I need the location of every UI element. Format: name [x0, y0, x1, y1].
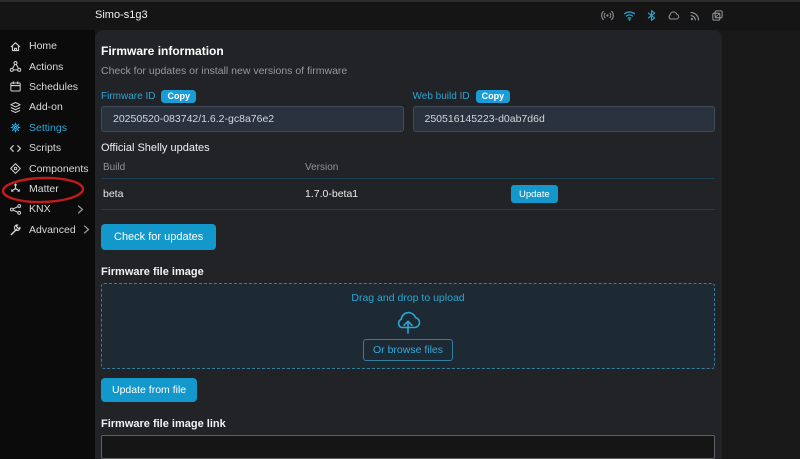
copy-web-build-id-button[interactable]: Copy: [476, 90, 511, 103]
check-for-updates-button[interactable]: Check for updates: [101, 224, 216, 250]
sidebar-item-label: Schedules: [29, 81, 78, 93]
sidebar-item-addon[interactable]: Add-on: [0, 97, 95, 117]
id-fields: Firmware ID Copy Web build ID Copy: [101, 89, 715, 132]
updates-table-header: Build Version: [101, 160, 715, 179]
sidebar-item-label: Settings: [29, 122, 67, 134]
code-icon: [9, 142, 22, 155]
calendar-icon: [9, 80, 22, 93]
page-title: Firmware information: [101, 44, 715, 58]
column-header-build: Build: [103, 162, 305, 173]
sidebar-item-label: Scripts: [29, 142, 61, 154]
firmware-panel: Firmware information Check for updates o…: [95, 30, 722, 459]
sidebar-item-label: Matter: [29, 183, 59, 195]
mqtt-icon: [688, 8, 702, 22]
page: Simo-s1g3: [0, 0, 800, 459]
version-cell: 1.7.0-beta1: [305, 188, 511, 200]
copy-firmware-id-button[interactable]: Copy: [161, 90, 196, 103]
web-build-id-input[interactable]: [413, 106, 716, 132]
wifi-icon: [622, 8, 636, 22]
dropzone-text: Drag and drop to upload: [351, 292, 464, 304]
sidebar-item-label: KNX: [29, 203, 51, 215]
components-icon: [9, 162, 22, 175]
column-header-version: Version: [305, 162, 511, 173]
sidebar-item-label: Home: [29, 40, 57, 52]
file-upload-title: Firmware file image: [101, 266, 715, 278]
sidebar-item-knx[interactable]: KNX: [0, 199, 95, 219]
matter-icon: [9, 182, 22, 195]
firmware-id-field-group: Firmware ID Copy: [101, 89, 404, 132]
hand-icon: [710, 8, 724, 22]
layers-icon: [9, 101, 22, 114]
sidebar-item-components[interactable]: Components: [0, 158, 95, 178]
updates-section-title: Official Shelly updates: [101, 142, 715, 154]
browse-files-button[interactable]: Or browse files: [363, 339, 453, 361]
page-subtitle: Check for updates or install new version…: [101, 65, 715, 77]
sidebar-item-schedules[interactable]: Schedules: [0, 77, 95, 97]
sidebar-item-advanced[interactable]: Advanced: [0, 220, 95, 240]
chevron-right-icon: [83, 225, 90, 234]
sidebar-item-label: Components: [29, 163, 89, 175]
firmware-link-input[interactable]: [101, 435, 715, 459]
link-upload-title: Firmware file image link: [101, 418, 715, 430]
sidebar-item-scripts[interactable]: Scripts: [0, 138, 95, 158]
actions-icon: [9, 60, 22, 73]
topbar-accent-strip: [0, 0, 800, 2]
build-cell: beta: [103, 188, 305, 200]
table-row: beta 1.7.0-beta1 Update: [101, 179, 715, 210]
wrench-icon: [9, 223, 22, 236]
topbar: Simo-s1g3: [0, 0, 800, 30]
sidebar-item-actions[interactable]: Actions: [0, 56, 95, 76]
firmware-dropzone[interactable]: Drag and drop to upload Or browse files: [101, 283, 715, 369]
sidebar-item-label: Actions: [29, 61, 63, 73]
update-from-file-button[interactable]: Update from file: [101, 378, 197, 402]
firmware-id-label: Firmware ID: [101, 91, 155, 102]
sidebar-item-matter[interactable]: Matter: [0, 179, 95, 199]
update-beta-button[interactable]: Update: [511, 185, 558, 203]
cloud-icon: [666, 8, 680, 22]
sidebar-item-label: Advanced: [29, 224, 76, 236]
home-icon: [9, 40, 22, 53]
bluetooth-icon: [644, 8, 658, 22]
knx-nodes-icon: [9, 203, 22, 216]
web-build-id-label: Web build ID: [413, 91, 470, 102]
sidebar: Home Actions Schedules: [0, 30, 95, 459]
sidebar-item-label: Add-on: [29, 101, 63, 113]
cloud-upload-icon: [391, 308, 425, 335]
status-icons: [600, 8, 724, 22]
web-build-id-field-group: Web build ID Copy: [413, 89, 716, 132]
device-name: Simo-s1g3: [95, 9, 148, 21]
chevron-right-icon: [77, 205, 84, 214]
firmware-id-input[interactable]: [101, 106, 404, 132]
gear-icon: [9, 121, 22, 134]
sidebar-item-settings[interactable]: Settings: [0, 118, 95, 138]
sidebar-item-home[interactable]: Home: [0, 36, 95, 56]
access-point-icon: [600, 8, 614, 22]
